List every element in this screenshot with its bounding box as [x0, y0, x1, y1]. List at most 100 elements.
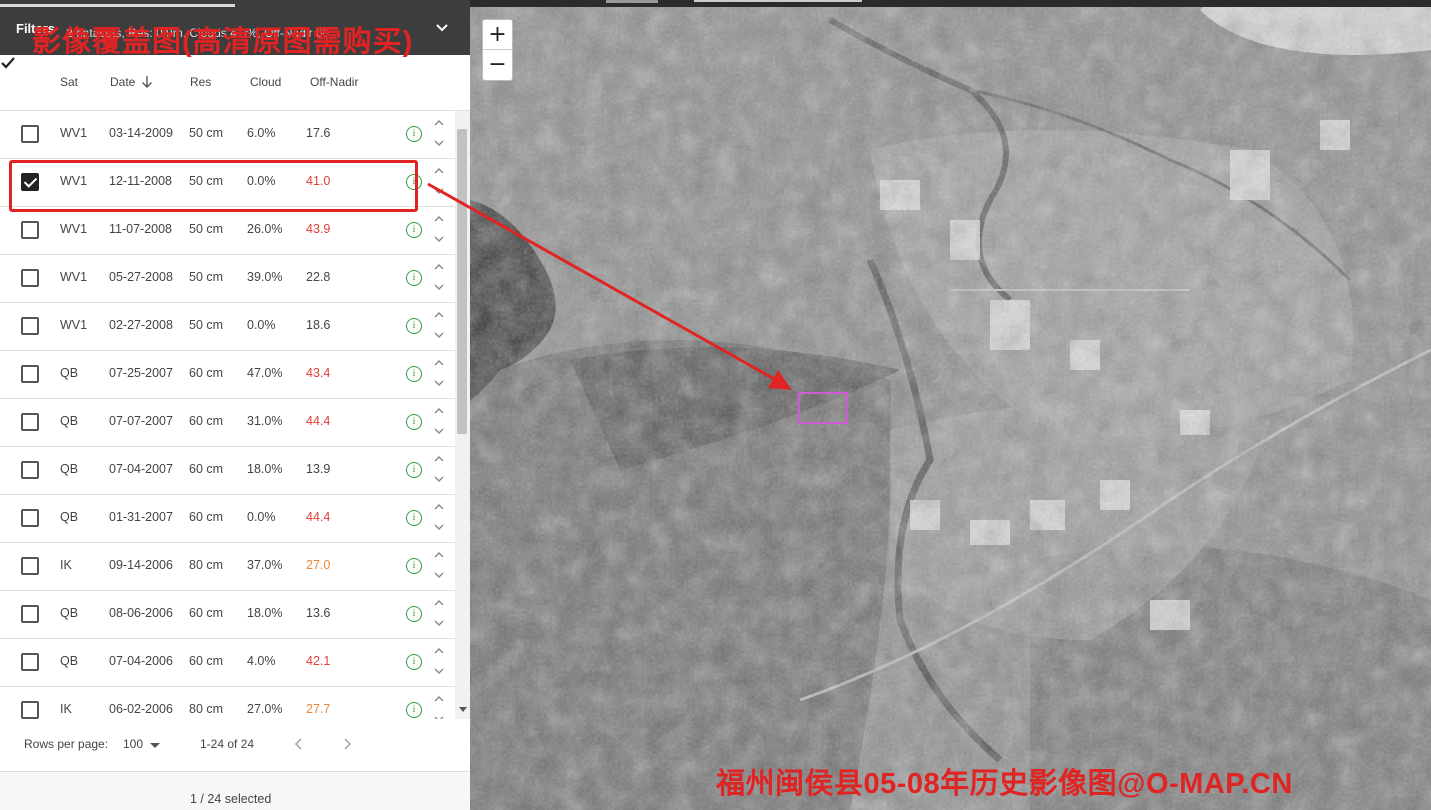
map-top-strip	[470, 0, 1431, 7]
info-icon[interactable]: i	[406, 318, 422, 334]
cell-cloud: 0.0%	[247, 510, 276, 524]
table-row[interactable]: IK 06-02-2006 80 cm 27.0% 27.7 i	[0, 687, 455, 719]
table-row[interactable]: QB 01-31-2007 60 cm 0.0% 44.4 i	[0, 495, 455, 543]
column-header-res[interactable]: Res	[190, 75, 211, 89]
info-icon[interactable]: i	[406, 510, 422, 526]
row-checkbox[interactable]	[21, 413, 39, 431]
cell-sat: IK	[60, 558, 72, 572]
chevron-up-icon[interactable]	[433, 597, 445, 609]
row-checkbox[interactable]	[21, 557, 39, 575]
cell-sat: WV1	[60, 270, 88, 284]
table-row[interactable]: QB 08-06-2006 60 cm 18.0% 13.6 i	[0, 591, 455, 639]
chevron-down-icon[interactable]	[433, 185, 445, 197]
select-all-checkmark-icon[interactable]	[0, 55, 16, 71]
row-checkbox[interactable]	[21, 221, 39, 239]
row-checkbox[interactable]	[21, 317, 39, 335]
chevron-down-icon[interactable]	[433, 521, 445, 533]
column-header-date[interactable]: Date	[110, 75, 135, 89]
cell-off-nadir: 44.4	[306, 510, 331, 524]
chevron-up-icon[interactable]	[433, 405, 445, 417]
chevron-left-icon[interactable]	[293, 737, 305, 751]
zoom-in-button[interactable]: +	[483, 20, 512, 50]
chevron-down-icon[interactable]	[433, 233, 445, 245]
caret-down-icon[interactable]	[150, 743, 160, 748]
cell-date: 03-14-2009	[109, 126, 173, 140]
row-checkbox[interactable]	[21, 605, 39, 623]
satellite-map[interactable]: + − 福州闽侯县05-08年历史影像图@O-MAP.CN	[470, 0, 1431, 810]
table-header: Sat Date Res Cloud Off-Nadir	[0, 55, 470, 111]
table-row[interactable]: QB 07-25-2007 60 cm 47.0% 43.4 i	[0, 351, 455, 399]
chevron-up-icon[interactable]	[433, 117, 445, 129]
cell-date: 07-25-2007	[109, 366, 173, 380]
info-icon[interactable]: i	[406, 654, 422, 670]
cell-off-nadir: 42.1	[306, 654, 331, 668]
cell-date: 11-07-2008	[109, 222, 173, 236]
chevron-up-icon[interactable]	[433, 357, 445, 369]
chevron-up-icon[interactable]	[433, 549, 445, 561]
chevron-down-icon[interactable]	[433, 569, 445, 581]
chevron-up-icon[interactable]	[433, 213, 445, 225]
row-checkbox[interactable]	[21, 125, 39, 143]
chevron-down-icon[interactable]	[434, 20, 450, 36]
cell-res: 50 cm	[189, 270, 224, 284]
chevron-up-icon[interactable]	[433, 693, 445, 705]
cell-res: 60 cm	[189, 414, 224, 428]
cell-date: 08-06-2006	[109, 606, 173, 620]
chevron-down-icon[interactable]	[433, 473, 445, 485]
map-tab-indicator	[694, 0, 862, 2]
info-icon[interactable]: i	[406, 126, 422, 142]
chevron-down-icon[interactable]	[433, 281, 445, 293]
sort-arrow-down-icon[interactable]	[141, 75, 153, 89]
info-icon[interactable]: i	[406, 414, 422, 430]
chevron-down-icon[interactable]	[433, 665, 445, 677]
chevron-up-icon[interactable]	[433, 165, 445, 177]
row-checkbox[interactable]	[21, 269, 39, 287]
chevron-up-icon[interactable]	[433, 501, 445, 513]
chevron-up-icon[interactable]	[433, 645, 445, 657]
cell-off-nadir: 18.6	[306, 318, 331, 332]
cell-sat: QB	[60, 510, 79, 524]
chevron-down-icon[interactable]	[433, 425, 445, 437]
scroll-down-arrow-icon[interactable]	[459, 707, 467, 712]
table-row[interactable]: QB 07-04-2007 60 cm 18.0% 13.9 i	[0, 447, 455, 495]
info-icon[interactable]: i	[406, 366, 422, 382]
table-row[interactable]: QB 07-07-2007 60 cm 31.0% 44.4 i	[0, 399, 455, 447]
table-row[interactable]: QB 07-04-2006 60 cm 4.0% 42.1 i	[0, 639, 455, 687]
chevron-right-icon[interactable]	[341, 737, 353, 751]
info-icon[interactable]: i	[406, 606, 422, 622]
info-icon[interactable]: i	[406, 270, 422, 286]
rows-per-page-select[interactable]: 100	[123, 737, 143, 751]
row-checkbox[interactable]	[21, 461, 39, 479]
chevron-down-icon[interactable]	[433, 137, 445, 149]
column-header-cloud[interactable]: Cloud	[250, 75, 281, 89]
column-header-sat[interactable]: Sat	[60, 75, 78, 89]
table-row[interactable]: IK 09-14-2006 80 cm 37.0% 27.0 i	[0, 543, 455, 591]
scrollbar-thumb[interactable]	[457, 129, 467, 434]
chevron-down-icon[interactable]	[433, 377, 445, 389]
cell-cloud: 18.0%	[247, 606, 283, 620]
row-checkbox[interactable]	[21, 653, 39, 671]
table-scrollbar[interactable]	[455, 111, 470, 719]
chevron-down-icon[interactable]	[433, 329, 445, 341]
row-checkbox[interactable]	[21, 509, 39, 527]
image-footprint[interactable]	[798, 392, 848, 424]
column-header-off-nadir[interactable]: Off-Nadir	[310, 75, 358, 89]
table-row[interactable]: WV1 11-07-2008 50 cm 26.0% 43.9 i	[0, 207, 455, 255]
row-checkbox[interactable]	[21, 701, 39, 719]
table-row[interactable]: WV1 02-27-2008 50 cm 0.0% 18.6 i	[0, 303, 455, 351]
chevron-down-icon[interactable]	[433, 617, 445, 629]
table-row[interactable]: WV1 05-27-2008 50 cm 39.0% 22.8 i	[0, 255, 455, 303]
chevron-up-icon[interactable]	[433, 453, 445, 465]
chevron-up-icon[interactable]	[433, 309, 445, 321]
info-icon[interactable]: i	[406, 222, 422, 238]
cell-off-nadir: 44.4	[306, 414, 331, 428]
chevron-up-icon[interactable]	[433, 261, 445, 273]
satellite-imagery	[470, 0, 1431, 810]
cell-off-nadir: 43.9	[306, 222, 331, 236]
zoom-out-button[interactable]: −	[483, 50, 512, 80]
row-checkbox[interactable]	[21, 365, 39, 383]
info-icon[interactable]: i	[406, 702, 422, 718]
info-icon[interactable]: i	[406, 558, 422, 574]
info-icon[interactable]: i	[406, 462, 422, 478]
table-row[interactable]: WV1 03-14-2009 50 cm 6.0% 17.6 i	[0, 111, 455, 159]
